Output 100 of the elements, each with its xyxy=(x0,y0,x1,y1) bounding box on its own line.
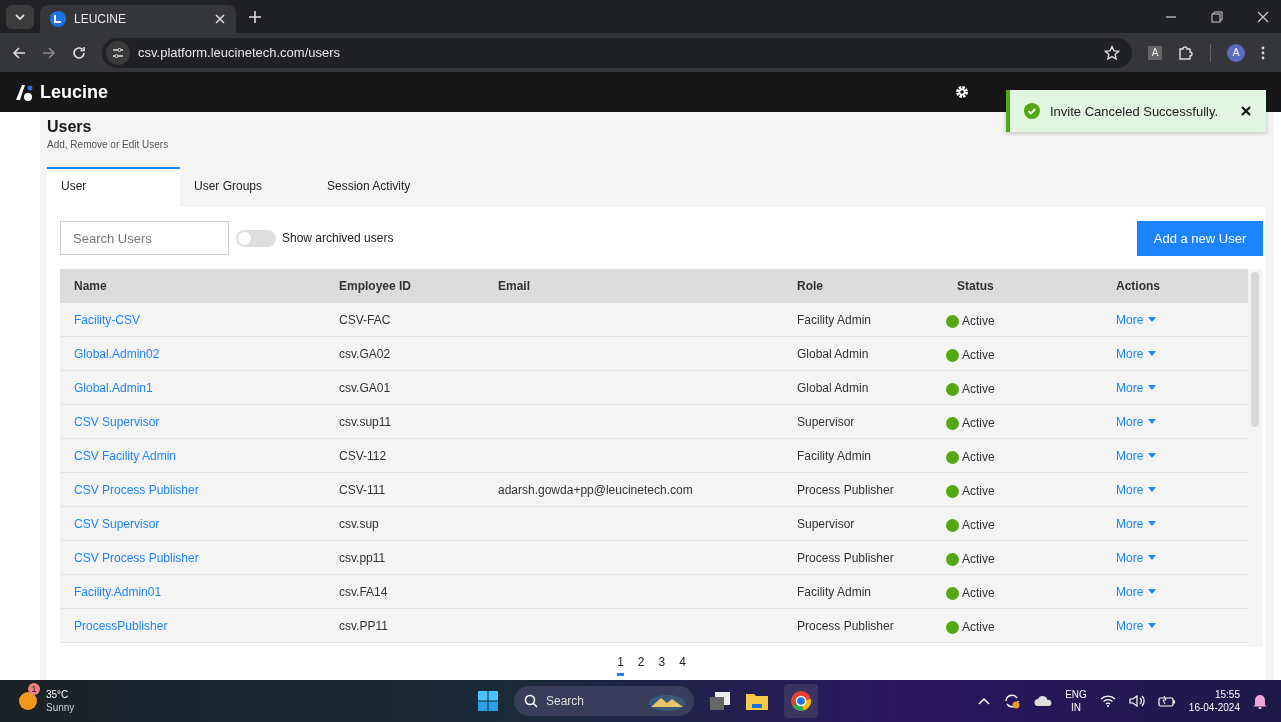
user-name-link[interactable]: CSV Supervisor xyxy=(60,414,325,429)
tab-list-icon[interactable] xyxy=(6,4,34,29)
more-options-icon[interactable] xyxy=(1261,45,1265,60)
page-number[interactable]: 1 xyxy=(617,655,624,676)
check-circle-icon xyxy=(1024,103,1040,119)
table-cell-text: csv.FA14 xyxy=(338,584,389,599)
caret-icon xyxy=(1148,351,1157,356)
table-cell-text: Process Publisher xyxy=(796,618,895,633)
search-label: Search xyxy=(546,694,585,708)
more-dropdown[interactable]: More xyxy=(1116,550,1157,565)
caret-icon xyxy=(1148,589,1157,594)
page-number[interactable]: 3 xyxy=(658,655,666,676)
user-name-link[interactable]: Facility-CSV xyxy=(60,312,325,327)
status-text: Active xyxy=(962,416,995,430)
speaker-icon[interactable] xyxy=(1128,694,1145,708)
user-name-link[interactable]: CSV Facility Admin xyxy=(60,448,325,463)
user-name-link[interactable]: Facility.Admin01 xyxy=(60,584,325,599)
toast-message: Invite Canceled Successfully. xyxy=(1050,103,1219,119)
user-name-link[interactable]: Global.Admin02 xyxy=(60,346,325,361)
table-cell-text: csv.PP11 xyxy=(338,618,389,633)
search-field[interactable]: Search Users xyxy=(60,221,229,255)
battery-icon[interactable] xyxy=(1157,695,1176,707)
caret-icon xyxy=(1148,623,1157,628)
extension-button[interactable]: A xyxy=(1148,45,1162,60)
close-icon[interactable] xyxy=(1240,105,1252,117)
language-indicator[interactable]: ENG IN xyxy=(1065,688,1087,714)
browser-icon xyxy=(790,690,812,712)
weather-condition: Sunny xyxy=(46,701,75,714)
puzzle-icon[interactable] xyxy=(1178,44,1194,61)
status-dot xyxy=(946,314,959,328)
page-number[interactable]: 2 xyxy=(637,655,645,676)
status-text: Active xyxy=(962,348,995,362)
restore-icon[interactable] xyxy=(1211,10,1223,23)
task-view-icon[interactable] xyxy=(710,692,730,710)
user-name-link[interactable]: ProcessPublisher xyxy=(60,618,325,633)
column-header: Role xyxy=(796,279,824,293)
chevron-up-icon[interactable] xyxy=(978,697,991,705)
user-name-link[interactable]: CSV Process Publisher xyxy=(60,482,325,497)
tab[interactable]: User Groups xyxy=(180,167,313,207)
reload-icon[interactable] xyxy=(72,45,86,60)
status-dot xyxy=(946,620,959,634)
settings-icon[interactable] xyxy=(954,84,970,100)
status-text: Active xyxy=(962,314,995,328)
more-dropdown[interactable]: More xyxy=(1116,448,1157,463)
page-number[interactable]: 4 xyxy=(679,655,686,676)
address-bar[interactable]: csv.platform.leucinetech.com/users xyxy=(102,37,1132,68)
browser-tab[interactable]: LEUCINE xyxy=(40,5,236,33)
status-text: Active xyxy=(962,586,995,600)
table-cell-text: csv.pp11 xyxy=(338,550,387,565)
scrollbar-thumb[interactable] xyxy=(1251,272,1259,427)
region-code: IN xyxy=(1071,701,1081,714)
table-cell: adarsh.gowda+pp@leucinetech.com xyxy=(498,482,693,497)
profile-avatar[interactable]: A xyxy=(1227,43,1245,62)
status-dot xyxy=(946,416,959,430)
user-name-link[interactable]: Global.Admin1 xyxy=(60,380,325,395)
user-name-link[interactable]: CSV Process Publisher xyxy=(60,550,325,565)
table-cell-text: Global Admin xyxy=(796,380,870,395)
sync-icon[interactable] xyxy=(1003,692,1022,710)
tab[interactable]: Session Activity xyxy=(313,167,463,207)
column-header: Employee ID xyxy=(338,279,413,293)
more-dropdown[interactable]: More xyxy=(1116,380,1157,395)
more-dropdown[interactable]: More xyxy=(1116,618,1157,633)
add-user-button[interactable]: Add a new User xyxy=(1137,220,1263,256)
caret-icon xyxy=(1148,521,1157,526)
more-dropdown[interactable]: More xyxy=(1116,482,1157,497)
clock[interactable]: 15:55 16-04-2024 xyxy=(1188,688,1240,714)
table-cell-text: Facility Admin xyxy=(796,448,873,463)
more-dropdown[interactable]: More xyxy=(1116,312,1157,327)
table-cell-text: CSV-FAC xyxy=(338,312,392,327)
toggle-switch[interactable] xyxy=(236,229,276,247)
windows-start-icon[interactable] xyxy=(478,691,498,711)
caret-icon xyxy=(1148,385,1157,390)
forward-icon[interactable] xyxy=(42,45,56,60)
column-header: Status xyxy=(956,279,995,293)
more-dropdown[interactable]: More xyxy=(1116,414,1157,429)
more-dropdown[interactable]: More xyxy=(1116,516,1157,531)
leucine-logo-icon xyxy=(14,82,34,102)
wifi-icon[interactable] xyxy=(1099,695,1116,707)
more-dropdown[interactable]: More xyxy=(1116,346,1157,361)
new-tab-icon[interactable] xyxy=(248,9,262,24)
page-title: Users xyxy=(47,118,93,136)
column-header: Email xyxy=(497,279,531,293)
table-cell-text: csv.GA02 xyxy=(338,346,392,361)
back-icon[interactable] xyxy=(12,45,26,60)
bell-icon[interactable] xyxy=(1253,693,1267,709)
site-settings-icon[interactable] xyxy=(106,40,130,65)
tab[interactable]: User xyxy=(47,167,180,207)
table-cell-text: Process Publisher xyxy=(796,550,895,565)
language-code: ENG xyxy=(1065,688,1087,701)
cloud-icon[interactable] xyxy=(1034,695,1053,707)
taskbar-search[interactable]: Search xyxy=(514,686,694,716)
user-name-link[interactable]: CSV Supervisor xyxy=(60,516,325,531)
more-dropdown[interactable]: More xyxy=(1116,584,1157,599)
status-dot xyxy=(946,518,959,532)
table-cell-text: csv.sup11 xyxy=(338,414,393,429)
folder-icon[interactable] xyxy=(746,692,768,710)
chrome-taskbar-button[interactable] xyxy=(784,684,818,718)
bookmark-star-icon[interactable] xyxy=(1104,44,1120,61)
status-text: Active xyxy=(962,450,995,464)
app-favicon-icon xyxy=(50,11,66,27)
